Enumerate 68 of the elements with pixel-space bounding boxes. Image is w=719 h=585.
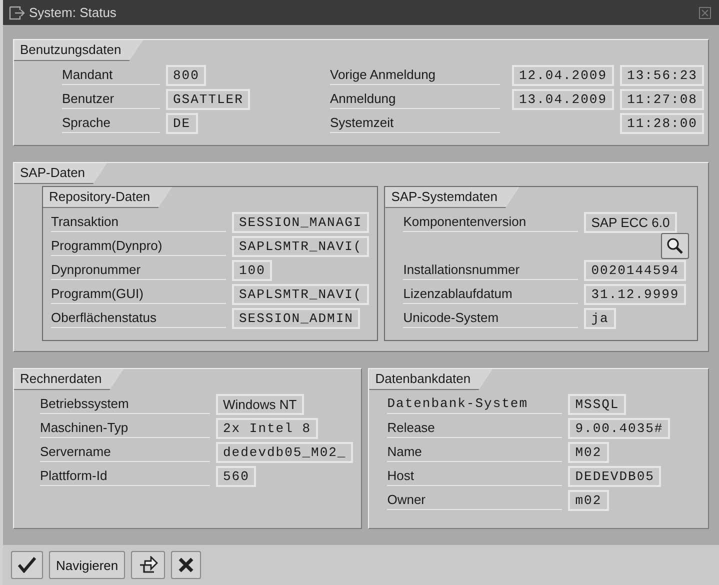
value-field[interactable]: SESSION_MANAGI (232, 212, 370, 232)
field-label: Anmeldung (330, 89, 500, 109)
group-title: SAP-Daten (14, 163, 108, 184)
arrow-box-icon (138, 556, 158, 574)
field-label: Programm(Dynpro) (51, 236, 226, 256)
value-field[interactable]: 13:56:23 (620, 64, 704, 86)
value-field[interactable]: 0020144594 (584, 260, 686, 280)
field-label: Host (387, 466, 562, 486)
search-button[interactable] (661, 233, 689, 259)
value-field[interactable]: 100 (232, 260, 272, 280)
value-field[interactable]: 13.04.2009 (512, 88, 614, 110)
value-field[interactable]: Windows NT (216, 394, 304, 414)
field-label: Mandant (62, 65, 160, 85)
field-label: Betriebssystem (40, 394, 210, 414)
window-icon (9, 6, 25, 20)
value-field[interactable]: GSATTLER (166, 88, 250, 110)
checkmark-icon (18, 557, 36, 573)
field-label: Systemzeit (330, 113, 500, 133)
group-title: Repository-Daten (43, 187, 172, 208)
close-icon (178, 557, 194, 573)
window-title: System: Status (29, 5, 118, 20)
value-field[interactable]: DE (166, 112, 198, 134)
value-field[interactable]: 800 (166, 64, 206, 86)
value-field[interactable]: 11:27:08 (620, 88, 704, 110)
field-label: Oberflächenstatus (51, 308, 226, 328)
value-field[interactable]: SAPLSMTR_NAVI( (232, 284, 370, 304)
field-label: Unicode-System (403, 308, 578, 328)
field-label: Datenbank-System (387, 394, 562, 414)
export-button[interactable] (131, 551, 166, 579)
field-label: Benutzer (62, 89, 160, 109)
value-field[interactable]: DEDEVDB05 (568, 466, 662, 486)
field-label: Dynpronummer (51, 260, 226, 280)
value-field[interactable]: m02 (568, 490, 609, 510)
field-label: Komponentenversion (403, 212, 578, 232)
field-label: Plattform-Id (40, 466, 210, 486)
group-title: SAP-Systemdaten (385, 187, 520, 208)
field-label: Servername (40, 442, 210, 462)
field-label: Release (387, 418, 562, 438)
value-field[interactable]: ja (584, 308, 616, 328)
field-label: Lizenzablaufdatum (403, 284, 578, 304)
field-label: Transaktion (51, 212, 226, 232)
group-title: Datenbankdaten (369, 369, 493, 390)
value-field[interactable]: M02 (568, 442, 609, 462)
value-field[interactable]: SESSION_ADMIN (232, 308, 360, 328)
close-icon[interactable] (699, 6, 711, 18)
search-icon (666, 237, 684, 255)
value-field[interactable]: 11:28:00 (620, 112, 704, 134)
value-field[interactable]: dedevdb05_M02_ (216, 442, 354, 462)
value-field[interactable]: SAPLSMTR_NAVI( (232, 236, 370, 256)
value-field[interactable]: 12.04.2009 (512, 64, 614, 86)
value-field[interactable]: 2x Intel 8 (216, 418, 318, 438)
value-field[interactable]: MSSQL (568, 394, 626, 414)
navigate-button[interactable]: Navigieren (49, 551, 126, 579)
field-label: Sprache (62, 113, 160, 133)
value-field[interactable]: 9.00.4035# (568, 418, 670, 438)
field-label: Name (387, 442, 562, 462)
value-field[interactable]: 31.12.9999 (584, 284, 686, 304)
confirm-button[interactable] (11, 551, 43, 579)
field-label: Maschinen-Typ (40, 418, 210, 438)
value-field[interactable]: SAP ECC 6.0 (584, 212, 677, 232)
value-field[interactable]: 560 (216, 466, 256, 486)
field-label: Installationsnummer (403, 260, 578, 280)
cancel-button[interactable] (171, 551, 202, 579)
field-label: Vorige Anmeldung (330, 65, 500, 85)
group-title: Rechnerdaten (14, 369, 124, 390)
group-title: Benutzungsdaten (14, 40, 144, 61)
field-label: Owner (387, 490, 562, 510)
field-label: Programm(GUI) (51, 284, 226, 304)
